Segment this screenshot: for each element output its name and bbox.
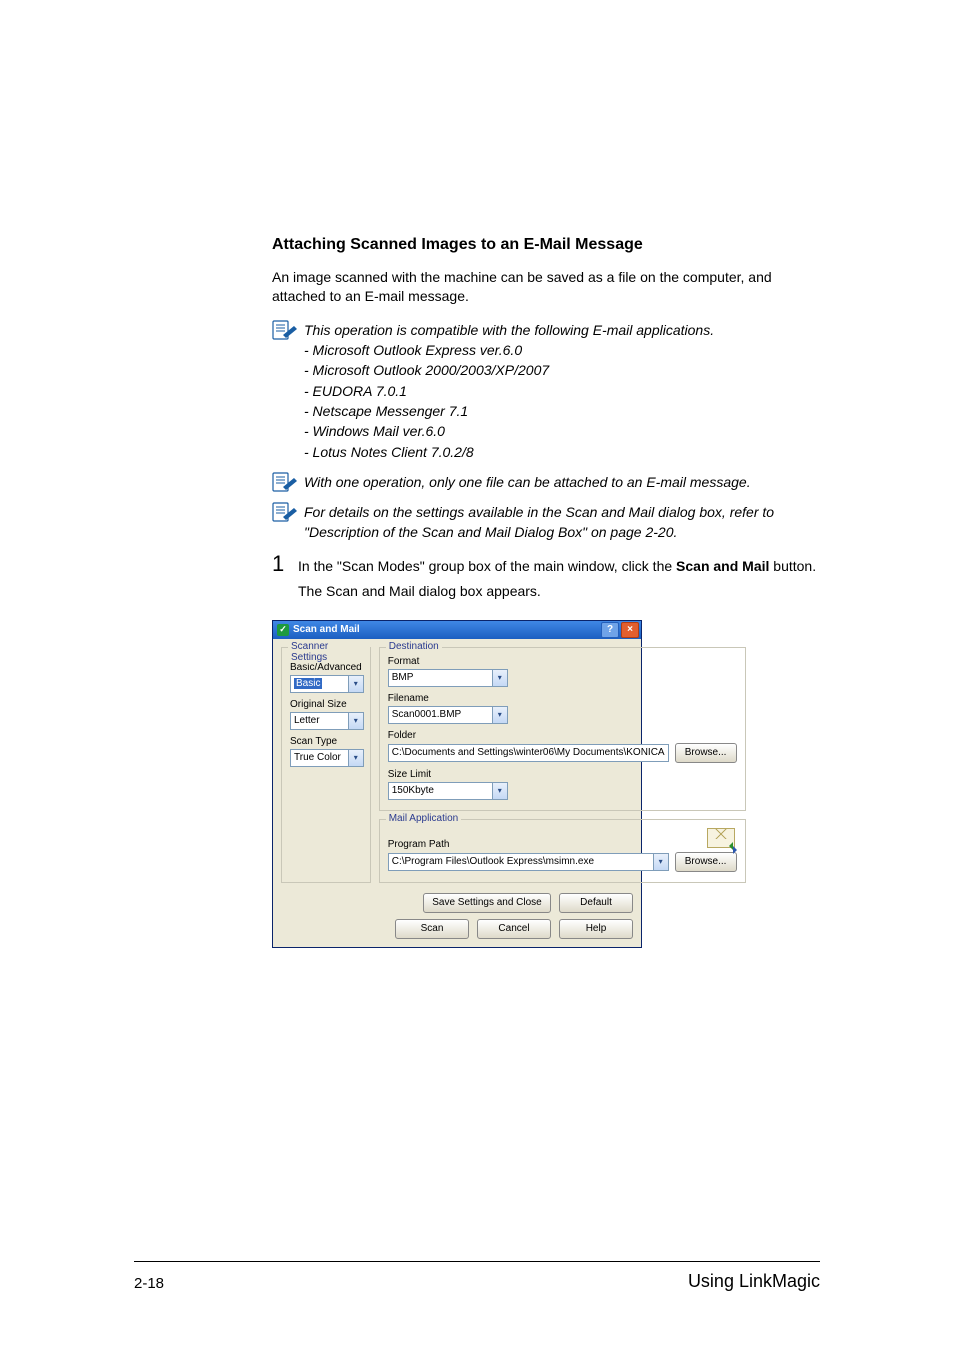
program-path-value: C:\Program Files\Outlook Express\msimn.e…	[389, 856, 653, 867]
compat-item: - Lotus Notes Client 7.0.2/8	[304, 442, 824, 462]
step-after: button.	[769, 558, 816, 574]
compat-item: - EUDORA 7.0.1	[304, 381, 824, 401]
note-icon	[272, 472, 298, 492]
compat-item: - Microsoft Outlook 2000/2003/XP/2007	[304, 360, 824, 380]
folder-label: Folder	[388, 730, 737, 741]
cancel-button[interactable]: Cancel	[477, 919, 551, 939]
default-button[interactable]: Default	[559, 893, 633, 913]
scan-and-mail-dialog: ✓ Scan and Mail ? × Scanner Settings Bas…	[272, 620, 642, 948]
basic-advanced-value: Basic	[294, 678, 322, 689]
chevron-down-icon: ▾	[492, 783, 507, 799]
browse-folder-button[interactable]: Browse...	[675, 743, 737, 763]
app-icon: ✓	[277, 624, 289, 636]
intro-paragraph: An image scanned with the machine can be…	[272, 268, 824, 306]
note-text: With one operation, only one file can be…	[304, 472, 824, 492]
scan-button[interactable]: Scan	[395, 919, 469, 939]
footer-section: Using LinkMagic	[688, 1271, 820, 1292]
step-bold: Scan and Mail	[676, 558, 769, 574]
compat-item: - Microsoft Outlook Express ver.6.0	[304, 340, 824, 360]
format-combo[interactable]: BMP ▾	[388, 669, 508, 687]
chevron-down-icon: ▾	[348, 750, 363, 766]
note-details: For details on the settings available in…	[272, 502, 824, 543]
note-compatibility: This operation is compatible with the fo…	[272, 320, 824, 462]
format-label: Format	[388, 656, 737, 667]
note-icon	[272, 320, 298, 462]
basic-advanced-combo[interactable]: Basic ▾	[290, 675, 364, 693]
original-size-combo[interactable]: Letter ▾	[290, 712, 364, 730]
button-row-2: Scan Cancel Help	[273, 913, 641, 947]
step-text: In the "Scan Modes" group box of the mai…	[298, 553, 824, 577]
compat-item: - Windows Mail ver.6.0	[304, 421, 824, 441]
browse-program-button[interactable]: Browse...	[675, 852, 737, 872]
folder-field[interactable]: C:\Documents and Settings\winter06\My Do…	[388, 744, 669, 762]
step-1: 1 In the "Scan Modes" group box of the m…	[272, 553, 824, 577]
mail-application-legend: Mail Application	[386, 813, 461, 824]
scan-type-label: Scan Type	[290, 736, 362, 747]
content-column: Attaching Scanned Images to an E-Mail Me…	[272, 236, 824, 948]
save-settings-close-button[interactable]: Save Settings and Close	[423, 893, 551, 913]
note-text: This operation is compatible with the fo…	[304, 320, 824, 462]
step-before: In the "Scan Modes" group box of the mai…	[298, 558, 676, 574]
original-size-label: Original Size	[290, 699, 362, 710]
chevron-down-icon: ▾	[348, 713, 363, 729]
help-button[interactable]: Help	[559, 919, 633, 939]
footer-rule	[134, 1261, 820, 1262]
destination-legend: Destination	[386, 641, 442, 652]
dialog-title: Scan and Mail	[293, 624, 599, 635]
destination-group: Destination Format BMP ▾ Filename Scan00…	[379, 647, 746, 811]
chevron-down-icon: ▾	[348, 676, 363, 692]
note-onefile: With one operation, only one file can be…	[272, 472, 824, 492]
scan-type-value: True Color	[291, 752, 348, 763]
scanner-settings-legend: Scanner Settings	[288, 641, 370, 663]
basic-advanced-label: Basic/Advanced	[290, 662, 362, 673]
scanner-settings-group: Scanner Settings Basic/Advanced Basic ▾ …	[281, 647, 371, 883]
original-size-value: Letter	[291, 715, 348, 726]
filename-combo[interactable]: Scan0001.BMP ▾	[388, 706, 508, 724]
format-value: BMP	[389, 672, 492, 683]
scan-type-combo[interactable]: True Color ▾	[290, 749, 364, 767]
compat-item: - Netscape Messenger 7.1	[304, 401, 824, 421]
right-column: Destination Format BMP ▾ Filename Scan00…	[379, 647, 746, 883]
note-lead: This operation is compatible with the fo…	[304, 322, 714, 338]
chevron-down-icon: ▾	[492, 707, 507, 723]
chevron-down-icon: ▾	[653, 854, 668, 870]
page-number: 2-18	[134, 1275, 164, 1292]
program-path-combo[interactable]: C:\Program Files\Outlook Express\msimn.e…	[388, 853, 669, 871]
chevron-down-icon: ▾	[492, 670, 507, 686]
program-path-label: Program Path	[388, 839, 701, 850]
mail-icon	[707, 828, 737, 852]
step-number: 1	[272, 553, 296, 577]
close-button[interactable]: ×	[621, 622, 639, 638]
note-icon	[272, 502, 298, 543]
sizelimit-value: 150Kbyte	[389, 785, 492, 796]
section-title: Attaching Scanned Images to an E-Mail Me…	[272, 236, 824, 254]
note-text: For details on the settings available in…	[304, 502, 824, 543]
help-titlebar-button[interactable]: ?	[601, 622, 619, 638]
filename-value: Scan0001.BMP	[389, 709, 492, 720]
sizelimit-label: Size Limit	[388, 769, 737, 780]
filename-label: Filename	[388, 693, 737, 704]
button-row-1: Save Settings and Close Default	[273, 887, 641, 913]
dialog-body: Scanner Settings Basic/Advanced Basic ▾ …	[273, 639, 641, 887]
dialog-titlebar: ✓ Scan and Mail ? ×	[273, 621, 641, 639]
mail-application-group: Mail Application Program Path	[379, 819, 746, 883]
sizelimit-combo[interactable]: 150Kbyte ▾	[388, 782, 508, 800]
page: Attaching Scanned Images to an E-Mail Me…	[0, 0, 954, 1350]
step-result: The Scan and Mail dialog box appears.	[298, 582, 824, 602]
